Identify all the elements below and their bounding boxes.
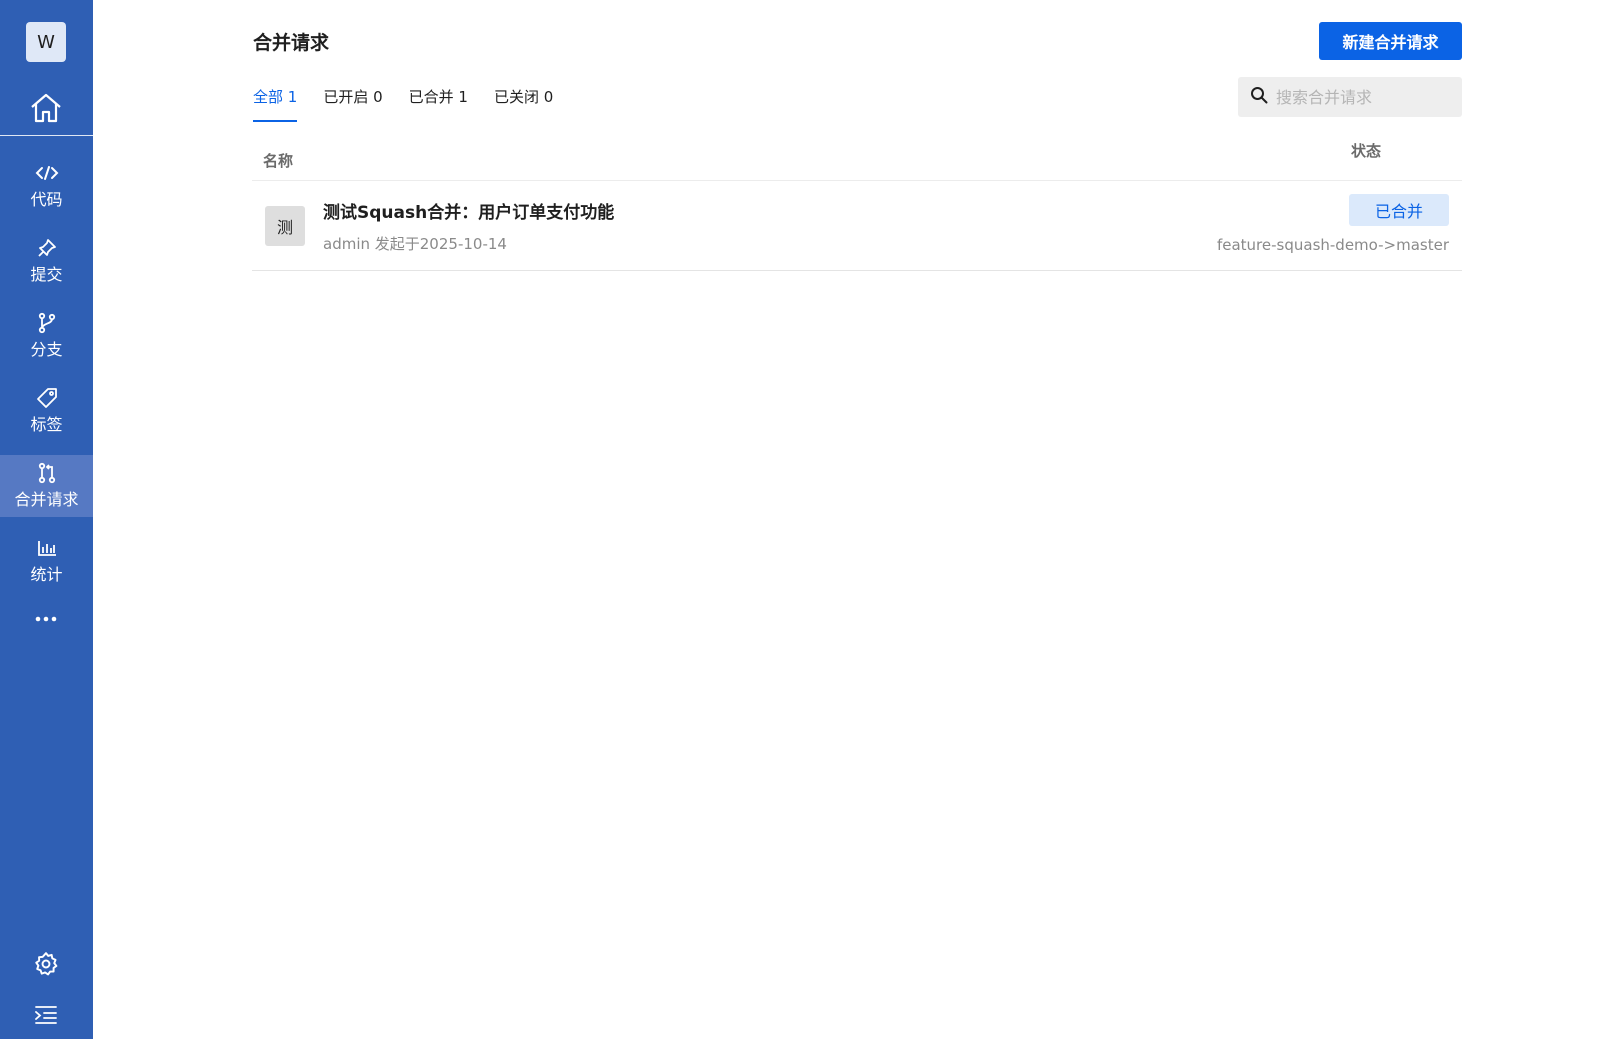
sidebar-item-commits[interactable]: 提交: [0, 230, 93, 292]
sidebar-item-code[interactable]: 代码: [0, 155, 93, 217]
table-divider: [252, 270, 1462, 271]
status-badge: 已合并: [1349, 194, 1449, 226]
search-input[interactable]: [1276, 87, 1446, 107]
filter-tabs: 全部 1 已开启 0 已合并 1 已关闭 0: [253, 86, 579, 122]
merge-request-title[interactable]: 测试Squash合并：用户订单支付功能: [323, 198, 614, 223]
tab-open[interactable]: 已开启 0: [323, 86, 382, 122]
sidebar-item-branches[interactable]: 分支: [0, 305, 93, 367]
sidebar-item-label: 合并请求: [14, 490, 79, 509]
tab-closed[interactable]: 已关闭 0: [494, 86, 553, 122]
merge-request-meta: admin 发起于2025-10-14: [323, 235, 507, 253]
search-icon: [1250, 86, 1268, 108]
tag-icon: [36, 387, 58, 409]
author-avatar: 测: [265, 206, 305, 246]
repo-avatar[interactable]: W: [26, 22, 66, 62]
pin-icon: [37, 237, 57, 259]
tab-all[interactable]: 全部 1: [253, 86, 298, 122]
sidebar-item-statistics[interactable]: 统计: [0, 530, 93, 592]
sidebar-divider: [0, 135, 93, 136]
page-title: 合并请求: [253, 32, 330, 54]
sidebar-item-tags[interactable]: 标签: [0, 380, 93, 442]
column-header-status: 状态: [1351, 142, 1382, 160]
sidebar-item-label: 分支: [30, 340, 63, 359]
sidebar: W 代码 提交 分支 标签 合并请求 统计: [0, 0, 93, 1039]
column-header-name: 名称: [263, 152, 294, 170]
sidebar-item-label: 标签: [30, 415, 63, 434]
home-icon[interactable]: [28, 90, 64, 126]
new-merge-request-button[interactable]: 新建合并请求: [1319, 22, 1462, 60]
sidebar-item-merge-requests[interactable]: 合并请求: [0, 455, 93, 517]
collapse-sidebar-icon[interactable]: [30, 999, 62, 1031]
branch-info: feature-squash-demo->master: [1216, 236, 1449, 254]
gear-icon[interactable]: [30, 948, 62, 980]
more-icon[interactable]: [30, 612, 62, 626]
sidebar-item-label: 统计: [30, 565, 63, 584]
code-icon: [35, 162, 59, 184]
branch-icon: [37, 312, 57, 334]
bar-chart-icon: [37, 537, 57, 559]
sidebar-item-label: 提交: [30, 265, 63, 284]
tab-merged[interactable]: 已合并 1: [409, 86, 468, 122]
sidebar-item-label: 代码: [30, 190, 63, 209]
search-box: [1238, 77, 1462, 117]
merge-request-icon: [37, 462, 57, 484]
table-divider: [252, 180, 1462, 181]
